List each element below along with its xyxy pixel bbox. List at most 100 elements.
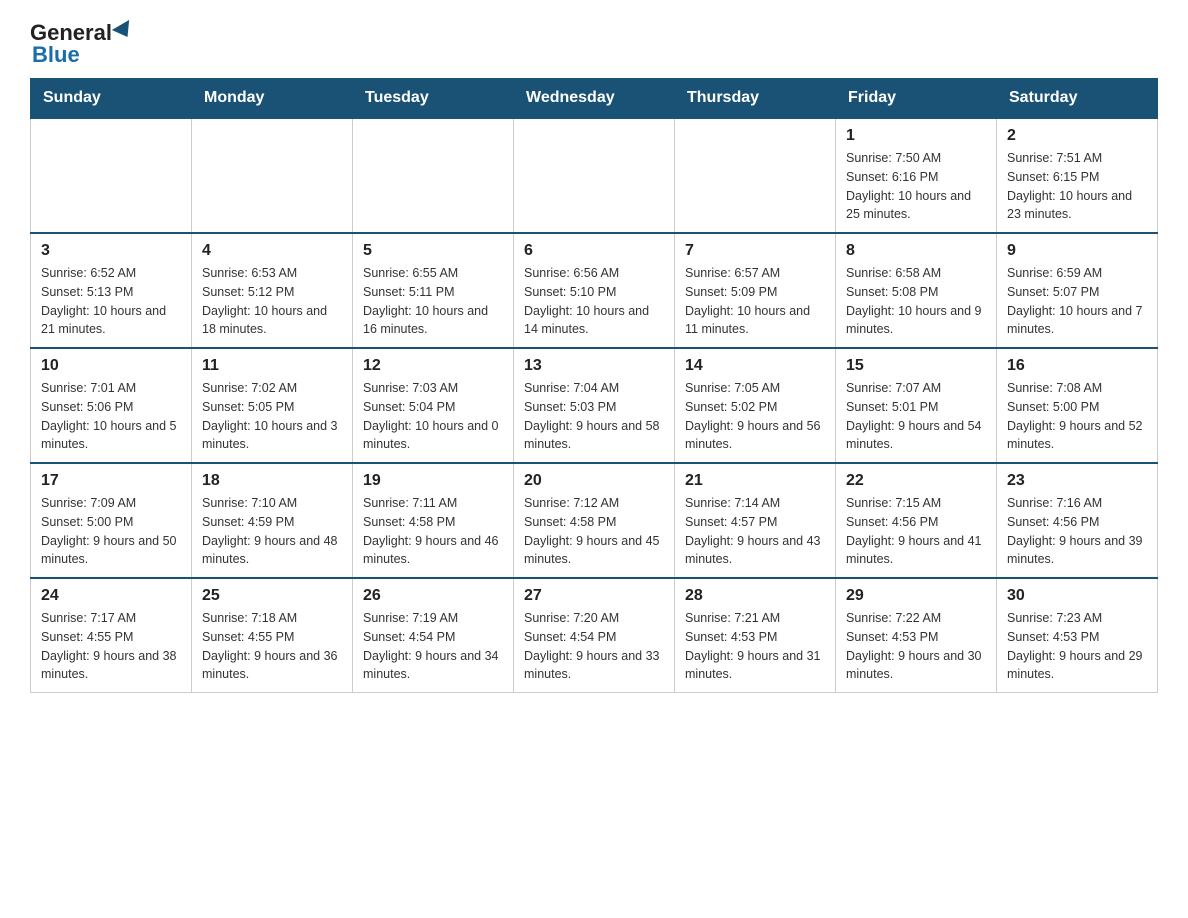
col-header-sunday: Sunday [31, 79, 192, 119]
day-number: 9 [1007, 242, 1147, 260]
calendar-week-2: 3 Sunrise: 6:52 AMSunset: 5:13 PMDaylight… [31, 233, 1158, 348]
day-number: 5 [363, 242, 503, 260]
day-info: Sunrise: 6:56 AMSunset: 5:10 PMDaylight:… [524, 264, 664, 339]
calendar-cell: 14 Sunrise: 7:05 AMSunset: 5:02 PMDayligh… [675, 348, 836, 463]
day-number: 3 [41, 242, 181, 260]
day-info: Sunrise: 7:03 AMSunset: 5:04 PMDaylight:… [363, 379, 503, 454]
day-number: 1 [846, 127, 986, 145]
calendar-cell: 23Sunrise: 7:16 AMSunset: 4:56 PMDayligh… [997, 463, 1158, 578]
calendar-cell: 9 Sunrise: 6:59 AMSunset: 5:07 PMDaylight… [997, 233, 1158, 348]
logo-blue-text: Blue [32, 42, 80, 68]
day-info: Sunrise: 7:07 AMSunset: 5:01 PMDaylight:… [846, 379, 986, 454]
calendar-table: SundayMondayTuesdayWednesdayThursdayFrid… [30, 78, 1158, 693]
day-number: 21 [685, 472, 825, 490]
col-header-monday: Monday [192, 79, 353, 119]
day-info: Sunrise: 7:02 AMSunset: 5:05 PMDaylight:… [202, 379, 342, 454]
calendar-cell [31, 118, 192, 233]
day-number: 26 [363, 587, 503, 605]
day-number: 22 [846, 472, 986, 490]
day-info: Sunrise: 6:52 AMSunset: 5:13 PMDaylight:… [41, 264, 181, 339]
day-info: Sunrise: 7:18 AMSunset: 4:55 PMDaylight:… [202, 609, 342, 684]
day-info: Sunrise: 6:55 AMSunset: 5:11 PMDaylight:… [363, 264, 503, 339]
day-info: Sunrise: 7:19 AMSunset: 4:54 PMDaylight:… [363, 609, 503, 684]
day-info: Sunrise: 7:22 AMSunset: 4:53 PMDaylight:… [846, 609, 986, 684]
day-number: 8 [846, 242, 986, 260]
day-info: Sunrise: 7:01 AMSunset: 5:06 PMDaylight:… [41, 379, 181, 454]
day-number: 11 [202, 357, 342, 375]
calendar-cell [192, 118, 353, 233]
day-info: Sunrise: 7:10 AMSunset: 4:59 PMDaylight:… [202, 494, 342, 569]
calendar-cell: 26 Sunrise: 7:19 AMSunset: 4:54 PMDayligh… [353, 578, 514, 693]
logo: General Blue [30, 20, 136, 68]
day-number: 16 [1007, 357, 1147, 375]
calendar-week-3: 10Sunrise: 7:01 AMSunset: 5:06 PMDayligh… [31, 348, 1158, 463]
day-info: Sunrise: 7:14 AMSunset: 4:57 PMDaylight:… [685, 494, 825, 569]
calendar-cell [514, 118, 675, 233]
calendar-cell: 2 Sunrise: 7:51 AMSunset: 6:15 PMDaylight… [997, 118, 1158, 233]
col-header-friday: Friday [836, 79, 997, 119]
day-number: 13 [524, 357, 664, 375]
day-info: Sunrise: 6:57 AMSunset: 5:09 PMDaylight:… [685, 264, 825, 339]
logo-arrow-icon [112, 20, 136, 42]
calendar-cell: 5 Sunrise: 6:55 AMSunset: 5:11 PMDaylight… [353, 233, 514, 348]
day-info: Sunrise: 7:50 AMSunset: 6:16 PMDaylight:… [846, 149, 986, 224]
calendar-cell: 13 Sunrise: 7:04 AMSunset: 5:03 PMDayligh… [514, 348, 675, 463]
day-number: 2 [1007, 127, 1147, 145]
day-number: 27 [524, 587, 664, 605]
day-info: Sunrise: 7:15 AMSunset: 4:56 PMDaylight:… [846, 494, 986, 569]
day-number: 6 [524, 242, 664, 260]
day-info: Sunrise: 7:04 AMSunset: 5:03 PMDaylight:… [524, 379, 664, 454]
calendar-cell: 10Sunrise: 7:01 AMSunset: 5:06 PMDayligh… [31, 348, 192, 463]
day-number: 12 [363, 357, 503, 375]
calendar-week-5: 24Sunrise: 7:17 AMSunset: 4:55 PMDayligh… [31, 578, 1158, 693]
calendar-cell: 12 Sunrise: 7:03 AMSunset: 5:04 PMDayligh… [353, 348, 514, 463]
calendar-cell: 16 Sunrise: 7:08 AMSunset: 5:00 PMDayligh… [997, 348, 1158, 463]
calendar-cell: 6 Sunrise: 6:56 AMSunset: 5:10 PMDaylight… [514, 233, 675, 348]
calendar-cell: 4 Sunrise: 6:53 AMSunset: 5:12 PMDaylight… [192, 233, 353, 348]
col-header-tuesday: Tuesday [353, 79, 514, 119]
calendar-cell: 11 Sunrise: 7:02 AMSunset: 5:05 PMDayligh… [192, 348, 353, 463]
day-info: Sunrise: 6:53 AMSunset: 5:12 PMDaylight:… [202, 264, 342, 339]
calendar-cell: 17 Sunrise: 7:09 AMSunset: 5:00 PMDayligh… [31, 463, 192, 578]
calendar-cell: 1 Sunrise: 7:50 AMSunset: 6:16 PMDaylight… [836, 118, 997, 233]
day-info: Sunrise: 6:59 AMSunset: 5:07 PMDaylight:… [1007, 264, 1147, 339]
day-info: Sunrise: 6:58 AMSunset: 5:08 PMDaylight:… [846, 264, 986, 339]
calendar-week-4: 17 Sunrise: 7:09 AMSunset: 5:00 PMDayligh… [31, 463, 1158, 578]
day-info: Sunrise: 7:16 AMSunset: 4:56 PMDaylight:… [1007, 494, 1147, 569]
day-info: Sunrise: 7:09 AMSunset: 5:00 PMDaylight:… [41, 494, 181, 569]
calendar-cell [675, 118, 836, 233]
day-number: 28 [685, 587, 825, 605]
day-info: Sunrise: 7:21 AMSunset: 4:53 PMDaylight:… [685, 609, 825, 684]
calendar-cell: 15Sunrise: 7:07 AMSunset: 5:01 PMDayligh… [836, 348, 997, 463]
page-header: General Blue [30, 20, 1158, 68]
day-number: 4 [202, 242, 342, 260]
day-number: 17 [41, 472, 181, 490]
calendar-cell: 30Sunrise: 7:23 AMSunset: 4:53 PMDayligh… [997, 578, 1158, 693]
col-header-saturday: Saturday [997, 79, 1158, 119]
day-number: 14 [685, 357, 825, 375]
calendar-cell: 27Sunrise: 7:20 AMSunset: 4:54 PMDayligh… [514, 578, 675, 693]
day-number: 25 [202, 587, 342, 605]
day-info: Sunrise: 7:08 AMSunset: 5:00 PMDaylight:… [1007, 379, 1147, 454]
calendar-cell: 25 Sunrise: 7:18 AMSunset: 4:55 PMDayligh… [192, 578, 353, 693]
day-info: Sunrise: 7:12 AMSunset: 4:58 PMDaylight:… [524, 494, 664, 569]
calendar-cell: 20 Sunrise: 7:12 AMSunset: 4:58 PMDayligh… [514, 463, 675, 578]
day-number: 29 [846, 587, 986, 605]
day-info: Sunrise: 7:11 AMSunset: 4:58 PMDaylight:… [363, 494, 503, 569]
day-number: 24 [41, 587, 181, 605]
calendar-cell: 29 Sunrise: 7:22 AMSunset: 4:53 PMDayligh… [836, 578, 997, 693]
day-info: Sunrise: 7:05 AMSunset: 5:02 PMDaylight:… [685, 379, 825, 454]
day-number: 30 [1007, 587, 1147, 605]
day-number: 20 [524, 472, 664, 490]
calendar-cell: 24Sunrise: 7:17 AMSunset: 4:55 PMDayligh… [31, 578, 192, 693]
col-header-wednesday: Wednesday [514, 79, 675, 119]
calendar-cell [353, 118, 514, 233]
calendar-cell: 18 Sunrise: 7:10 AMSunset: 4:59 PMDayligh… [192, 463, 353, 578]
calendar-cell: 19 Sunrise: 7:11 AMSunset: 4:58 PMDayligh… [353, 463, 514, 578]
day-info: Sunrise: 7:51 AMSunset: 6:15 PMDaylight:… [1007, 149, 1147, 224]
day-number: 19 [363, 472, 503, 490]
calendar-cell: 28 Sunrise: 7:21 AMSunset: 4:53 PMDayligh… [675, 578, 836, 693]
day-number: 18 [202, 472, 342, 490]
calendar-header-row: SundayMondayTuesdayWednesdayThursdayFrid… [31, 79, 1158, 119]
calendar-cell: 22 Sunrise: 7:15 AMSunset: 4:56 PMDayligh… [836, 463, 997, 578]
